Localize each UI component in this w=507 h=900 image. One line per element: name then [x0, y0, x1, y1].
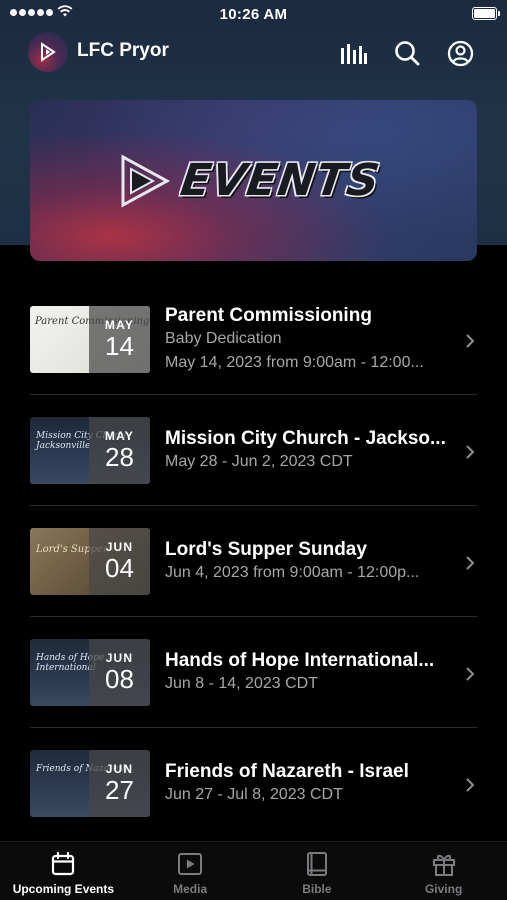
app-header: LFC Pryor	[0, 30, 507, 76]
status-time: 10:26 AM	[219, 5, 288, 23]
tab-bar: Upcoming Events Media Bible Giving	[0, 841, 507, 900]
gift-icon	[432, 854, 455, 876]
date-badge: JUN 04	[89, 528, 150, 595]
tab-label: Upcoming Events	[12, 882, 115, 896]
tab-label: Media	[173, 882, 208, 896]
event-thumbnail: Parent Commissioning MAY 14	[30, 306, 150, 373]
tab-media[interactable]: Media	[127, 842, 254, 900]
date-badge: JUN 27	[89, 750, 150, 817]
event-row[interactable]: Lord's Supper JUN 04 Lord's Supper Sunda…	[0, 506, 507, 617]
event-title: Parent Commissioning	[165, 305, 372, 326]
logo-mark-icon	[41, 42, 56, 62]
chevron-right-icon	[466, 334, 475, 348]
date-day: 04	[105, 553, 134, 583]
event-row[interactable]: Friends of Nazareth JUN 27 Friends of Na…	[0, 728, 507, 839]
event-date: Jun 8 - 14, 2023 CDT	[165, 675, 318, 692]
chevron-right-icon	[466, 556, 475, 570]
event-row[interactable]: Mission City Church Jacksonville MAY 28 …	[0, 395, 507, 506]
logo-mark-icon	[121, 153, 171, 208]
calendar-icon	[52, 851, 75, 876]
date-day: 08	[105, 664, 134, 694]
wifi-icon	[57, 5, 73, 17]
event-title: Friends of Nazareth - Israel	[165, 761, 409, 782]
date-day: 27	[105, 775, 134, 805]
event-row[interactable]: Hands of Hope International JUN 08 Hands…	[0, 617, 507, 728]
tab-giving[interactable]: Giving	[380, 842, 507, 900]
profile-icon[interactable]	[445, 38, 475, 68]
chevron-right-icon	[466, 445, 475, 459]
event-subtitle: Baby Dedication	[165, 330, 282, 347]
date-badge: MAY 14	[89, 306, 150, 373]
search-icon[interactable]	[392, 38, 422, 68]
date-badge: JUN 08	[89, 639, 150, 706]
event-date: Jun 4, 2023 from 9:00am - 12:00p...	[165, 564, 420, 581]
tab-upcoming-events[interactable]: Upcoming Events	[0, 842, 127, 900]
chevron-right-icon	[466, 778, 475, 792]
event-title: Mission City Church - Jackso...	[165, 428, 446, 449]
date-badge: MAY 28	[89, 417, 150, 484]
play-icon	[178, 853, 203, 875]
bars-icon[interactable]	[338, 38, 368, 68]
event-thumbnail: Mission City Church Jacksonville MAY 28	[30, 417, 150, 484]
church-logo[interactable]	[28, 32, 68, 72]
app-title: LFC Pryor	[77, 40, 169, 61]
battery-icon	[472, 7, 500, 20]
event-title: Hands of Hope International...	[165, 650, 435, 671]
tab-bible[interactable]: Bible	[254, 842, 381, 900]
event-title: Lord's Supper Sunday	[165, 539, 367, 560]
status-bar: 10:26 AM	[0, 0, 507, 28]
event-date: Jun 27 - Jul 8, 2023 CDT	[165, 786, 343, 803]
book-icon	[306, 852, 327, 876]
event-date: May 28 - Jun 2, 2023 CDT	[165, 453, 353, 470]
event-date: May 14, 2023 from 9:00am - 12:00...	[165, 354, 424, 371]
chevron-right-icon	[466, 667, 475, 681]
event-row[interactable]: Parent Commissioning MAY 14 Parent Commi…	[0, 284, 507, 395]
signal-icon	[10, 9, 53, 16]
banner-title: EVENTS	[177, 155, 384, 206]
event-thumbnail: Friends of Nazareth JUN 27	[30, 750, 150, 817]
date-day: 28	[105, 442, 134, 472]
event-thumbnail: Hands of Hope International JUN 08	[30, 639, 150, 706]
tab-label: Bible	[302, 882, 332, 896]
date-day: 14	[105, 331, 134, 361]
tab-label: Giving	[424, 882, 463, 896]
event-thumbnail: Lord's Supper JUN 04	[30, 528, 150, 595]
events-banner: EVENTS	[30, 100, 477, 261]
event-list: Parent Commissioning MAY 14 Parent Commi…	[0, 284, 507, 839]
